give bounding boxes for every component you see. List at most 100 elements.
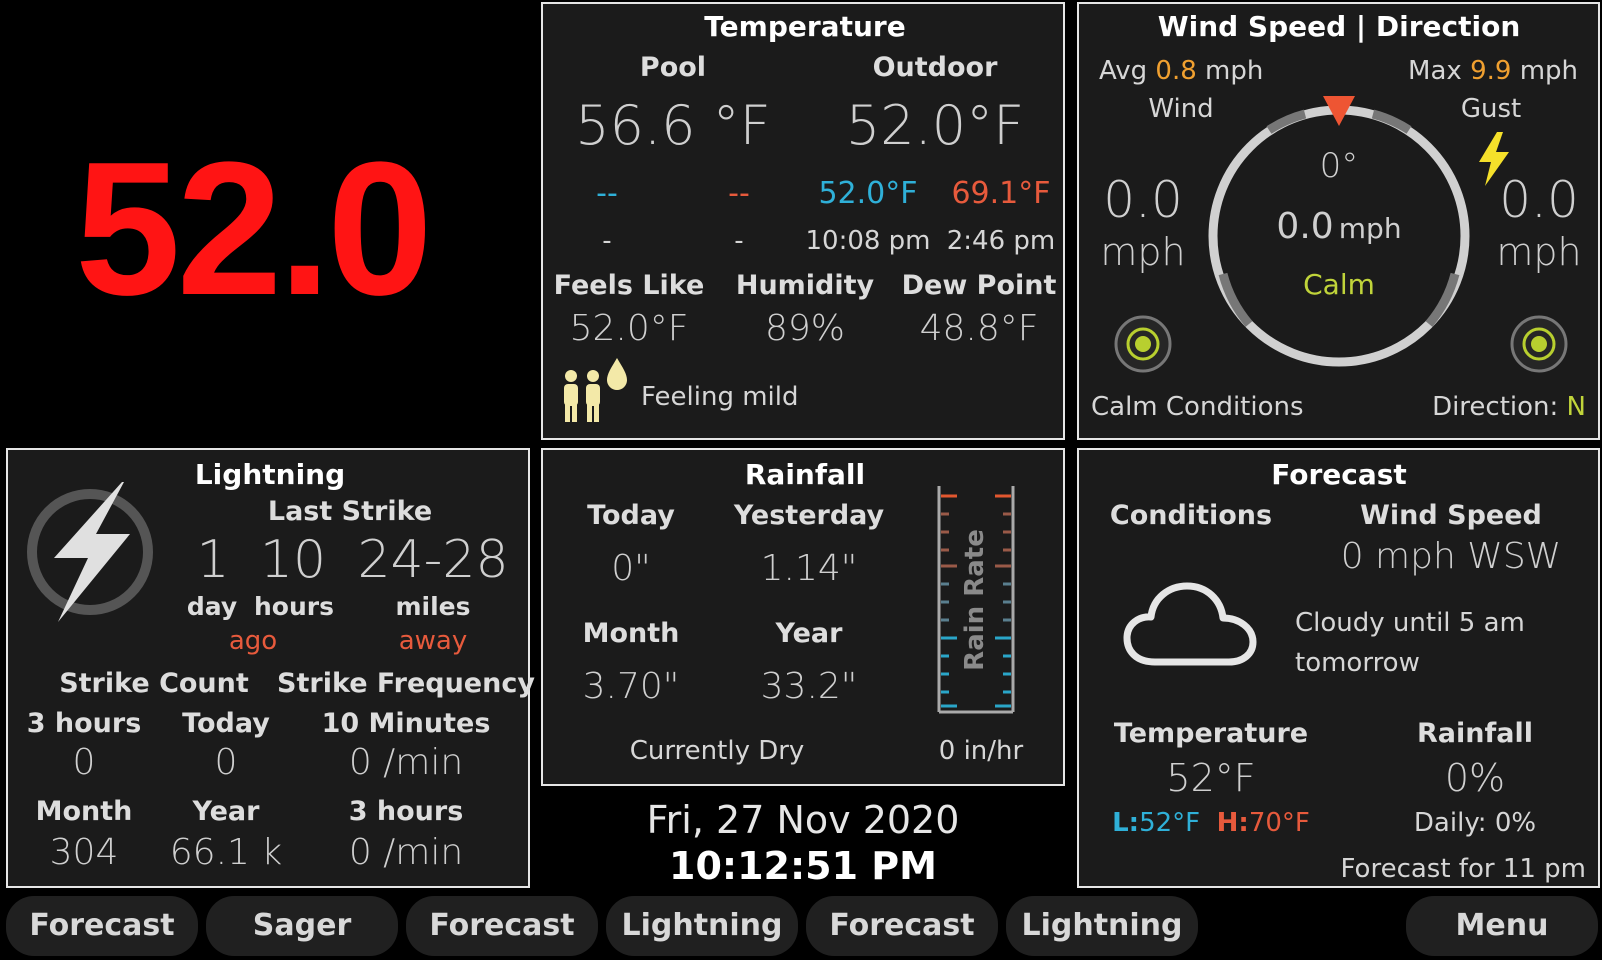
- col-10m-label: 10 Minutes: [321, 708, 491, 739]
- wind-panel: Wind Speed | Direction Avg 0.8 mph Max 9…: [1077, 2, 1600, 440]
- outdoor-temperature: 52.0°F: [845, 94, 1025, 157]
- forecast-wind-value: 0 mph WSW: [1340, 536, 1562, 577]
- forecast-temp-value: 52°F: [1166, 756, 1256, 800]
- forecast-title: Forecast: [1271, 458, 1407, 491]
- forecast-summary-2: tomorrow: [1295, 648, 1420, 678]
- wind-unit: mph: [1100, 230, 1186, 274]
- rainfall-title: Rainfall: [744, 458, 866, 491]
- cloud-icon: [1123, 582, 1257, 666]
- col-3h2-label: 3 hours: [348, 796, 464, 827]
- rain-today-label: Today: [587, 500, 675, 531]
- max-unit: mph: [1519, 56, 1578, 86]
- center-status: Calm: [1303, 268, 1375, 301]
- lightning-button[interactable]: Lightning: [606, 896, 798, 956]
- rain-month-value: 3.70": [582, 666, 680, 707]
- humidity-label: Humidity: [735, 270, 875, 301]
- outdoor-low-time: 10:08 pm: [805, 226, 931, 256]
- forecast-daily: Daily: 0%: [1413, 808, 1537, 838]
- rain-yesterday-label: Yesterday: [733, 500, 885, 531]
- forecast-button-2[interactable]: Forecast: [406, 896, 598, 956]
- forecast-button[interactable]: Forecast: [6, 896, 198, 956]
- col-year-label: Year: [192, 796, 260, 827]
- rain-yesterday-value: 1.14": [760, 548, 858, 589]
- count-year: 66.1 k: [169, 832, 283, 873]
- lightning-panel: Lightning Last Strike 1 10 24-28 day hou…: [6, 448, 535, 888]
- dew-point-value: 48.8°F: [919, 308, 1039, 349]
- outdoor-label: Outdoor: [872, 52, 998, 83]
- people-icon: [564, 358, 627, 422]
- forecast-low-high: L:52°F H:70°F: [1112, 808, 1310, 838]
- wind-indicator-icon: [1114, 315, 1172, 373]
- center-speed-unit: mph: [1338, 212, 1402, 245]
- hours-label: hours: [254, 592, 334, 621]
- forecast-for: Forecast for 11 pm: [1340, 854, 1586, 884]
- pool-low-time: -: [602, 226, 612, 256]
- pool-label: Pool: [639, 52, 707, 83]
- strike-frequency-label: Strike Frequency: [277, 668, 535, 699]
- wind-title: Wind Speed | Direction: [1157, 10, 1521, 43]
- col-3h-label: 3 hours: [26, 708, 142, 739]
- center-speed: 0.0 mph: [1276, 206, 1401, 247]
- count-month: 304: [49, 832, 119, 873]
- pool-high: --: [728, 176, 750, 211]
- clock-date: Fri, 27 Nov 2020: [646, 798, 960, 842]
- rain-status: Currently Dry: [629, 736, 805, 766]
- feels-like-label: Feels Like: [553, 270, 705, 301]
- pool-low: --: [596, 176, 618, 211]
- ago-label: ago: [228, 626, 278, 656]
- gust-unit: mph: [1496, 230, 1582, 274]
- strike-count-label: Strike Count: [59, 668, 249, 699]
- wind-label: Wind: [1148, 94, 1214, 124]
- col-month-label: Month: [35, 796, 133, 827]
- direction: Direction: N: [1432, 392, 1586, 422]
- strike-hours: 10: [259, 530, 327, 590]
- conditions-text: Calm Conditions: [1091, 392, 1304, 422]
- direction-label: Direction:: [1432, 392, 1559, 422]
- outdoor-low: 52.0°F: [818, 176, 918, 211]
- outdoor-high-time: 2:46 pm: [946, 226, 1056, 256]
- rain-rate-label: Rain Rate: [960, 529, 990, 671]
- comfort-text: Feeling mild: [641, 382, 799, 412]
- direction-value: N: [1566, 392, 1586, 422]
- avg-value: 0.8: [1155, 56, 1197, 86]
- outdoor-high: 69.1°F: [951, 176, 1051, 211]
- miles-label: miles: [395, 592, 471, 621]
- max-value: 9.9: [1470, 56, 1512, 86]
- rain-rate-gauge: Rain Rate: [937, 486, 1015, 714]
- temperature-panel: Temperature Pool Outdoor 56.6 °F 52.0°F …: [541, 2, 1065, 440]
- count-today: 0: [214, 742, 238, 783]
- forecast-rainfall-label: Rainfall: [1417, 718, 1533, 749]
- high-label: H:: [1216, 808, 1249, 838]
- rain-year-label: Year: [775, 618, 843, 649]
- pool-high-time: -: [734, 226, 744, 256]
- forecast-panel: Forecast Conditions Wind Speed 0 mph WSW…: [1077, 448, 1600, 888]
- forecast-wind-label: Wind Speed: [1360, 500, 1542, 531]
- temperature-title: Temperature: [704, 10, 906, 43]
- wind-value: 0.0: [1103, 171, 1183, 229]
- gust-indicator-icon: [1510, 315, 1568, 373]
- forecast-temperature-label: Temperature: [1113, 718, 1309, 749]
- rain-year-value: 33.2": [760, 666, 858, 707]
- forecast-button-3[interactable]: Forecast: [806, 896, 998, 956]
- max-wind: Max 9.9 mph: [1408, 56, 1578, 86]
- high-value: 70°F: [1248, 808, 1310, 838]
- avg-label: Avg: [1099, 56, 1148, 86]
- low-label: L:: [1112, 808, 1140, 838]
- center-speed-value: 0.0: [1276, 206, 1334, 247]
- lightning-icon: [27, 482, 153, 622]
- humidity-value: 89%: [764, 308, 846, 349]
- avg-unit: mph: [1205, 56, 1264, 86]
- feels-like-value: 52.0°F: [569, 308, 689, 349]
- col-today-label: Today: [182, 708, 270, 739]
- clock-time: 10:12:51 PM: [669, 844, 937, 888]
- last-strike-label: Last Strike: [267, 496, 433, 527]
- rain-rate-value: 0 in/hr: [938, 736, 1024, 766]
- forecast-rain-value: 0%: [1444, 756, 1506, 800]
- avg-wind: Avg 0.8 mph: [1099, 56, 1263, 86]
- pool-temperature: 56.6 °F: [575, 94, 771, 157]
- freq-3h: 0 /min: [348, 832, 464, 873]
- sager-button[interactable]: Sager: [206, 896, 398, 956]
- lightning-button-2[interactable]: Lightning: [1006, 896, 1198, 956]
- menu-button[interactable]: Menu: [1406, 896, 1598, 956]
- away-label: away: [398, 626, 468, 656]
